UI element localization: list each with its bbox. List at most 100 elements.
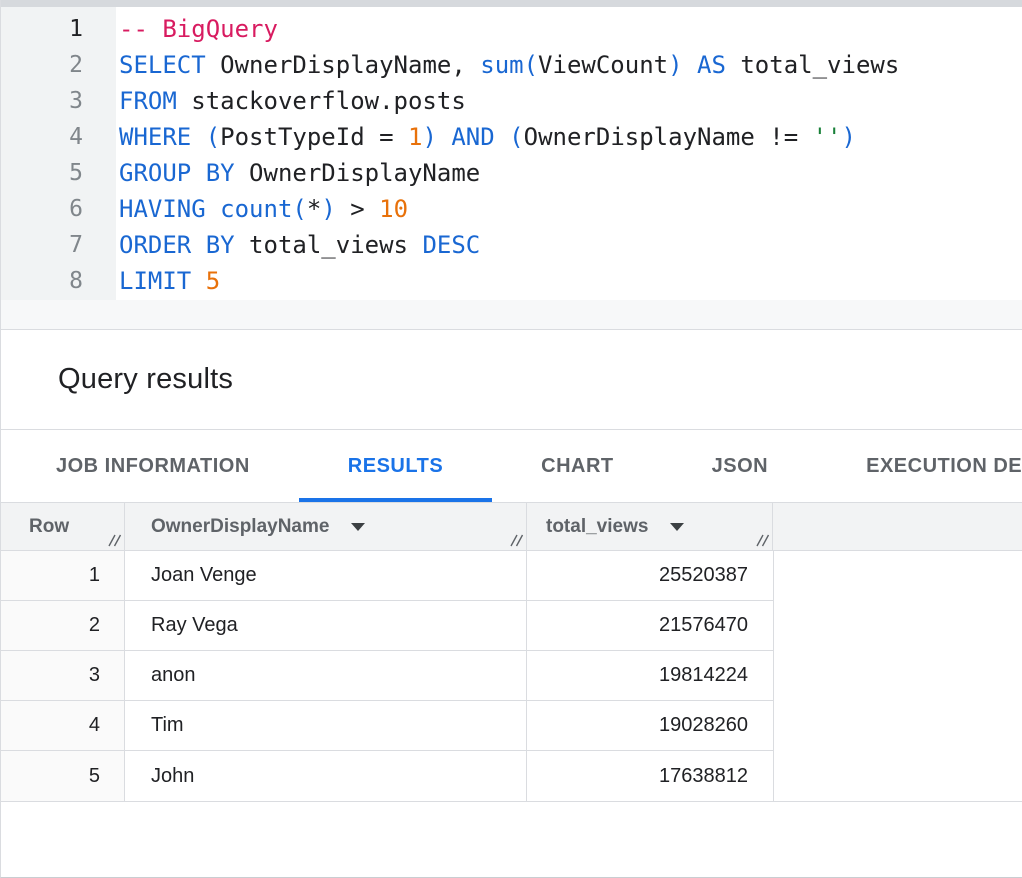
- code-text: FROM stackoverflow.posts: [116, 83, 466, 119]
- tab-json[interactable]: JSON: [663, 430, 817, 502]
- total-views-cell: 25520387: [527, 551, 773, 600]
- code-token: ): [321, 195, 335, 223]
- code-token: AND: [451, 123, 494, 151]
- tab-label: CHART: [541, 455, 614, 478]
- tab-label: JSON: [712, 455, 768, 478]
- table-row[interactable]: 1Joan Venge25520387: [1, 551, 773, 601]
- row-number-cell: 3: [1, 651, 125, 700]
- code-token: (: [206, 123, 220, 151]
- table-row[interactable]: 3anon19814224: [1, 651, 773, 701]
- column-header-total_views: total_views: [527, 503, 773, 550]
- code-token: [191, 267, 205, 295]
- code-token: HAVING: [119, 195, 206, 223]
- sort-dropdown-icon[interactable]: [670, 523, 684, 531]
- column-header-label: OwnerDisplayName: [151, 516, 329, 538]
- code-line[interactable]: 3FROM stackoverflow.posts: [1, 83, 1022, 119]
- code-token: [437, 123, 451, 151]
- results-tabbar: JOB INFORMATION RESULTS CHART JSON EXECUTION…: [1, 430, 1022, 502]
- column-header-ownerdisplayname: OwnerDisplayName: [125, 503, 527, 550]
- sql-editor[interactable]: 1-- BigQuery2SELECT OwnerDisplayName, su…: [1, 7, 1022, 300]
- table-row[interactable]: 4Tim19028260: [1, 701, 773, 751]
- code-text: LIMIT 5: [116, 263, 220, 299]
- table-row[interactable]: 5John17638812: [1, 751, 773, 801]
- tab-job-information[interactable]: JOB INFORMATION: [7, 430, 299, 502]
- code-line[interactable]: 4WHERE (PostTypeId = 1) AND (OwnerDispla…: [1, 119, 1022, 155]
- code-token: '': [813, 123, 842, 151]
- code-token: ): [422, 123, 436, 151]
- code-token: LIMIT: [119, 267, 191, 295]
- code-token: ViewCount: [538, 51, 668, 79]
- tab-execution-details[interactable]: EXECUTION DETAILS: [817, 430, 1022, 502]
- tab-label: JOB INFORMATION: [56, 455, 250, 478]
- code-line[interactable]: 6HAVING count(*) > 10: [1, 191, 1022, 227]
- total-views-cell: 21576470: [527, 601, 773, 650]
- column-resize-icon[interactable]: [754, 532, 770, 548]
- row-number-cell: 5: [1, 751, 125, 801]
- line-number: 7: [1, 227, 116, 263]
- code-line[interactable]: 7ORDER BY total_views DESC: [1, 227, 1022, 263]
- owner-name-cell: Joan Venge: [125, 551, 527, 600]
- code-line[interactable]: 1-- BigQuery: [1, 11, 1022, 47]
- code-line[interactable]: 8LIMIT 5: [1, 263, 1022, 299]
- code-text: HAVING count(*) > 10: [116, 191, 408, 227]
- top-divider: [1, 0, 1022, 7]
- code-token: ORDER BY: [119, 231, 235, 259]
- owner-name-cell: Tim: [125, 701, 527, 750]
- code-token: sum(: [480, 51, 538, 79]
- code-token: OwnerDisplayName: [235, 159, 481, 187]
- line-number: 2: [1, 47, 116, 83]
- line-number: 6: [1, 191, 116, 227]
- page-title: Query results: [58, 363, 233, 396]
- code-text: WHERE (PostTypeId = 1) AND (OwnerDisplay…: [116, 119, 856, 155]
- code-text: SELECT OwnerDisplayName, sum(ViewCount) …: [116, 47, 899, 83]
- code-token: [206, 195, 220, 223]
- code-token: OwnerDisplayName,: [206, 51, 481, 79]
- column-resize-icon[interactable]: [106, 532, 122, 548]
- code-token: stackoverflow.posts: [177, 87, 466, 115]
- tab-results[interactable]: RESULTS: [299, 430, 492, 502]
- results-table-body: 1Joan Venge255203872Ray Vega215764703ano…: [1, 551, 774, 801]
- code-token: SELECT: [119, 51, 206, 79]
- code-line[interactable]: 5GROUP BY OwnerDisplayName: [1, 155, 1022, 191]
- bigquery-query-panel: 1-- BigQuery2SELECT OwnerDisplayName, su…: [0, 0, 1022, 878]
- column-header-filler: [773, 503, 1022, 550]
- column-resize-icon[interactable]: [508, 532, 524, 548]
- code-token: ): [668, 51, 682, 79]
- code-token: ): [842, 123, 856, 151]
- owner-name-cell: Ray Vega: [125, 601, 527, 650]
- owner-name-cell: anon: [125, 651, 527, 700]
- code-token: [495, 123, 509, 151]
- code-token: DESC: [422, 231, 480, 259]
- code-line[interactable]: 2SELECT OwnerDisplayName, sum(ViewCount)…: [1, 47, 1022, 83]
- table-row[interactable]: 2Ray Vega21576470: [1, 601, 773, 651]
- line-number: 4: [1, 119, 116, 155]
- code-token: -- BigQuery: [119, 15, 278, 43]
- tab-label: RESULTS: [348, 455, 443, 478]
- code-token: OwnerDisplayName !=: [524, 123, 813, 151]
- row-number-cell: 4: [1, 701, 125, 750]
- code-token: [191, 123, 205, 151]
- sort-dropdown-icon[interactable]: [351, 523, 365, 531]
- code-token: count(: [220, 195, 307, 223]
- total-views-cell: 19028260: [527, 701, 773, 750]
- empty-space: [1, 802, 1022, 877]
- code-text: -- BigQuery: [116, 11, 278, 47]
- line-number: 5: [1, 155, 116, 191]
- column-header-label: total_views: [546, 516, 648, 538]
- code-token: total_views: [726, 51, 899, 79]
- line-number: 8: [1, 263, 116, 299]
- code-token: [683, 51, 697, 79]
- query-results-header: Query results: [1, 330, 1022, 430]
- code-token: 5: [206, 267, 220, 295]
- code-token: *: [307, 195, 321, 223]
- row-number-cell: 1: [1, 551, 125, 600]
- tab-chart[interactable]: CHART: [492, 430, 663, 502]
- line-number: 1: [1, 11, 116, 47]
- code-token: 10: [379, 195, 408, 223]
- code-token: WHERE: [119, 123, 191, 151]
- code-lines: 1-- BigQuery2SELECT OwnerDisplayName, su…: [1, 7, 1022, 299]
- code-token: (: [509, 123, 523, 151]
- code-token: >: [336, 195, 379, 223]
- code-token: 1: [408, 123, 422, 151]
- total-views-cell: 19814224: [527, 651, 773, 700]
